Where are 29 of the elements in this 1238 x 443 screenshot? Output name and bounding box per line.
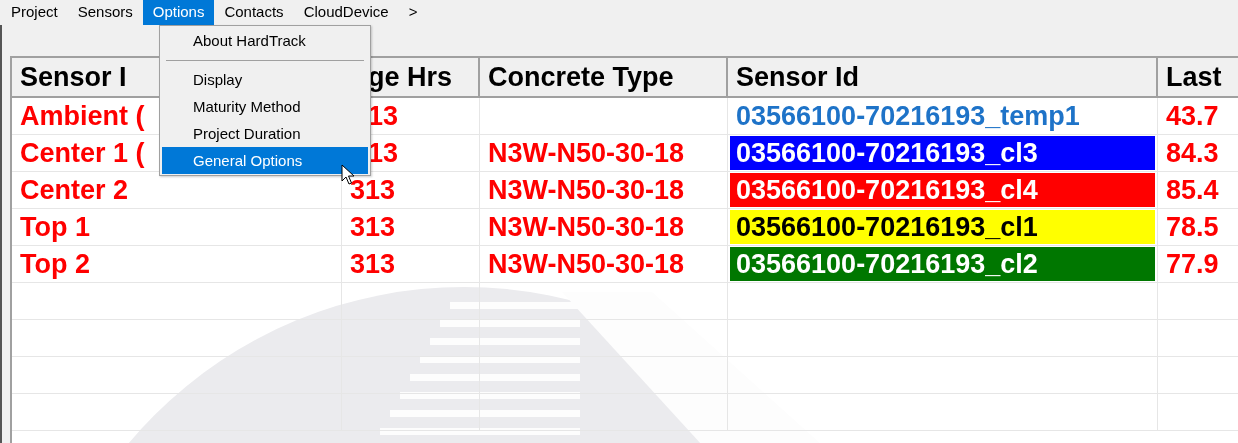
table-cell: 77.9 bbox=[1158, 246, 1238, 283]
menu-item[interactable]: Contacts bbox=[214, 0, 294, 25]
table-cell: 78.5 bbox=[1158, 209, 1238, 246]
menu-item[interactable]: Sensors bbox=[67, 0, 143, 25]
sensor-id-cell: 03566100-70216193_cl4 bbox=[730, 173, 1155, 207]
table-cell: N3W-N50-30-18 bbox=[480, 246, 728, 283]
table-cell: 313 bbox=[342, 209, 480, 246]
sensor-id-cell: 03566100-70216193_cl2 bbox=[730, 247, 1155, 281]
menu-item[interactable]: Options bbox=[142, 0, 215, 25]
menu-option[interactable]: About HardTrack bbox=[162, 27, 368, 54]
table-cell: 43.7 bbox=[1158, 98, 1238, 135]
column-header[interactable]: Sensor Id bbox=[728, 58, 1158, 98]
menu-item[interactable]: Project bbox=[1, 0, 68, 25]
table-cell: N3W-N50-30-18 bbox=[480, 135, 728, 172]
column-header[interactable]: Concrete Type bbox=[480, 58, 728, 98]
sensor-id-cell-text: 03566100-70216193_temp1 bbox=[735, 99, 1081, 133]
sensor-id-cell: 03566100-70216193_cl3 bbox=[730, 136, 1155, 170]
menu-item[interactable]: CloudDevice bbox=[293, 0, 399, 25]
table-cell: 85.4 bbox=[1158, 172, 1238, 209]
table-cell: N3W-N50-30-18 bbox=[480, 172, 728, 209]
table-cell: Top 2 bbox=[12, 246, 342, 283]
menu-option[interactable]: General Options bbox=[162, 147, 368, 174]
table-cell: 84.3 bbox=[1158, 135, 1238, 172]
table-cell: Top 1 bbox=[12, 209, 342, 246]
column-header[interactable]: Last bbox=[1158, 58, 1238, 98]
table-cell: N3W-N50-30-18 bbox=[480, 209, 728, 246]
menu-item[interactable]: > bbox=[398, 0, 428, 25]
table-cell: 313 bbox=[342, 246, 480, 283]
sensor-id-cell: 03566100-70216193_cl1 bbox=[730, 210, 1155, 244]
